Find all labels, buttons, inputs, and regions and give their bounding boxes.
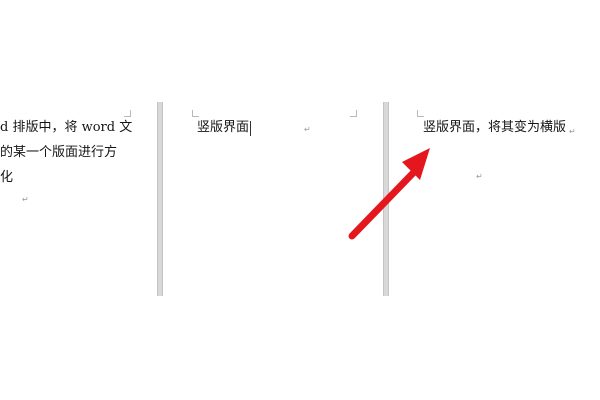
text-line-1: d 排版中，将 word 文 [0, 120, 133, 135]
paragraph-mark: ↵ [569, 127, 576, 136]
page-corner-mark-right [124, 110, 131, 117]
arrow-shaft [348, 166, 420, 240]
paragraph-mark: ↵ [476, 172, 483, 181]
red-arrow-icon [348, 148, 430, 240]
document-page-left[interactable]: d 排版中，将 word 文 的某一个版面进行方 化 ↵ [0, 100, 155, 300]
text-cursor [250, 121, 251, 136]
page-corner-mark-left [417, 110, 424, 117]
text-line-2: 的某一个版面进行方 [0, 145, 118, 160]
paragraph-mark: ↵ [22, 195, 29, 204]
page-separator-1 [157, 102, 163, 296]
text-line-3: 化 [0, 170, 14, 185]
text-line-1: 竖版界面，将其变为横版 [423, 120, 567, 135]
page-corner-mark-left [192, 110, 199, 117]
page-corner-mark-right [350, 110, 357, 117]
paragraph-mark: ↵ [304, 125, 311, 134]
text-line-1: 竖版界面 [197, 120, 250, 135]
